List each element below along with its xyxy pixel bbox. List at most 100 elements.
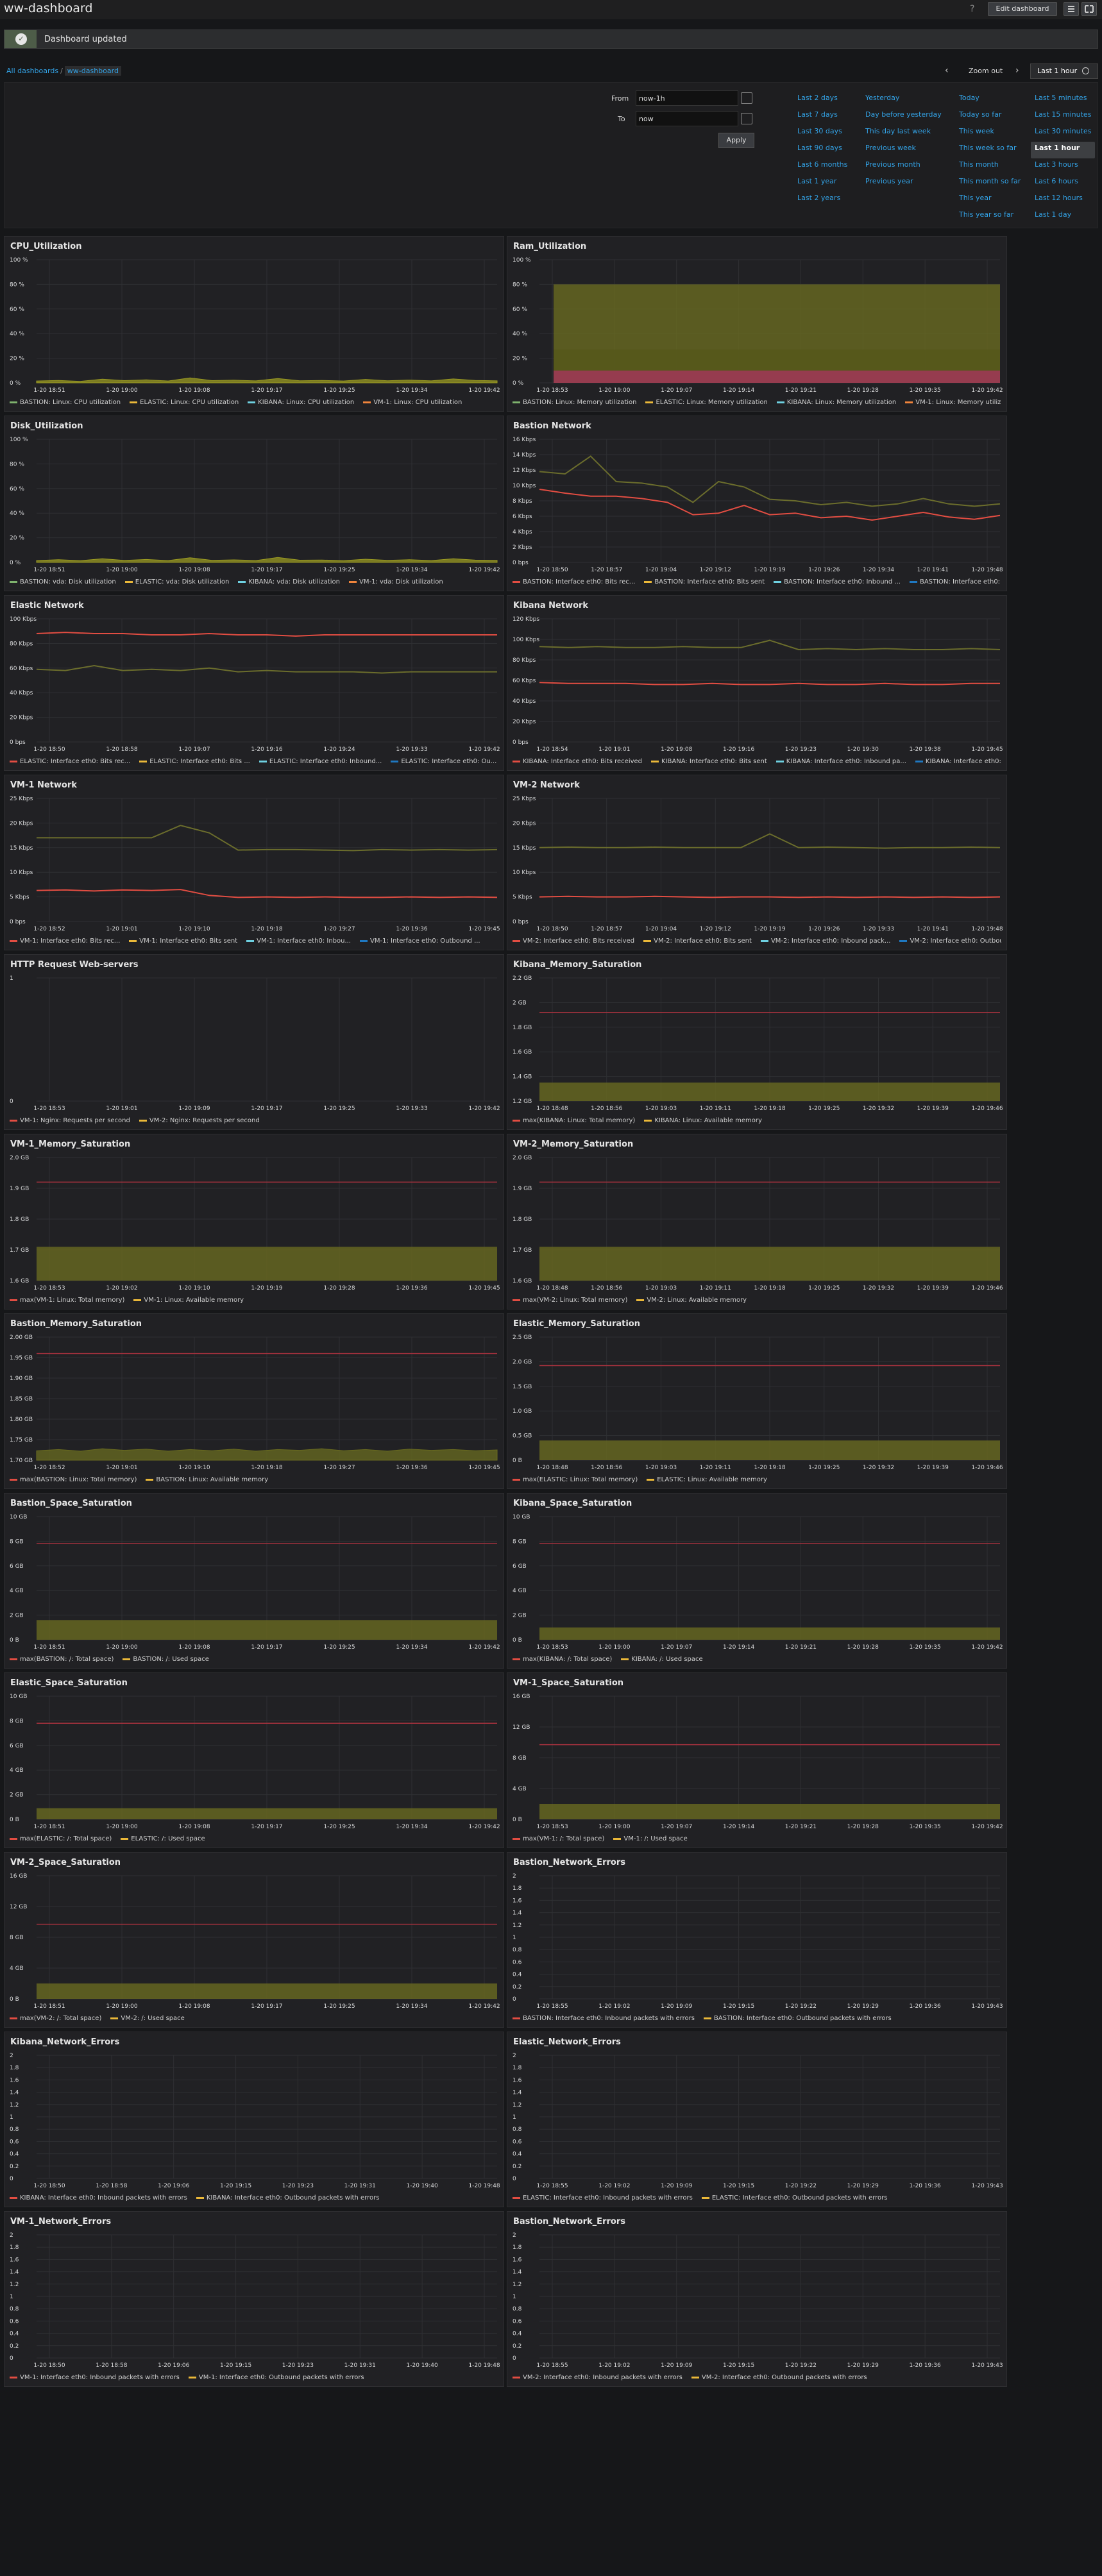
time-range-button[interactable]: Last 1 hour	[1030, 63, 1098, 79]
quick-range-option[interactable]: Last 7 days	[793, 108, 851, 125]
legend-item[interactable]: BASTION: Linux: CPU utilization	[10, 399, 121, 406]
quick-range-option[interactable]: This year so far	[955, 208, 1024, 225]
legend-item[interactable]: max(ELASTIC: /: Total space)	[10, 1835, 112, 1842]
quick-range-option[interactable]: Day before yesterday	[861, 108, 945, 125]
legend-item[interactable]: ELASTIC: Linux: Available memory	[647, 1476, 767, 1483]
quick-range-option[interactable]: Last 5 minutes	[1031, 92, 1095, 108]
legend-item[interactable]: max(KIBANA: Linux: Total memory)	[513, 1117, 635, 1124]
legend-item[interactable]: VM-1: Linux: Available memory	[133, 1297, 244, 1304]
legend-item[interactable]: KIBANA: Interface eth0: Bits sent	[651, 758, 767, 765]
legend-item[interactable]: BASTION: /: Used space	[123, 1656, 209, 1663]
chart-plot-area[interactable]: 0 B 2 GB 4 GB 6 GB 8 GB 10 GB 1-20 18:51 1-20 1…	[4, 1494, 505, 1655]
legend-item[interactable]: max(VM-1: /: Total space)	[513, 1835, 604, 1842]
legend-item[interactable]: ELASTIC: vda: Disk utilization	[124, 578, 229, 585]
chart-plot-area[interactable]: 0 B 0.5 GB 1.0 GB 1.5 GB 2.0 GB 2.5 GB 1-20 18…	[507, 1314, 1008, 1476]
quick-range-option[interactable]: Last 3 hours	[1031, 158, 1095, 175]
quick-range-option[interactable]: This week	[955, 125, 1024, 142]
legend-item[interactable]: KIBANA: vda: Disk utilization	[238, 578, 340, 585]
hamburger-menu-icon[interactable]	[1064, 2, 1079, 16]
chart-plot-area[interactable]: 0 bps 20 Kbps 40 Kbps 60 Kbps 80 Kbps 100 Kbp…	[507, 596, 1008, 757]
chevron-left-icon[interactable]: ‹	[945, 65, 949, 76]
legend-item[interactable]: VM-2: Interface eth0: Inbound pack...	[760, 938, 890, 945]
breadcrumb-all-dashboards[interactable]: All dashboards	[6, 67, 58, 75]
legend-item[interactable]: ELASTIC: Linux: CPU utilization	[130, 399, 239, 406]
chart-plot-area[interactable]: 0 B 2 GB 4 GB 6 GB 8 GB 10 GB 1-20 18:53 1-20 1…	[507, 1494, 1008, 1655]
legend-item[interactable]: ELASTIC: Linux: Memory utilization	[645, 399, 768, 406]
kiosk-mode-icon[interactable]	[1081, 2, 1097, 16]
quick-range-option[interactable]: Last 90 days	[793, 142, 851, 158]
legend-item[interactable]: VM-2: Interface eth0: Outbound pac...	[899, 938, 1001, 945]
chart-plot-area[interactable]: 0 0.2 0.4 0.6 0.8 1 1.2 1.4 1.6 1.8 2 1-20 18:55 1-2…	[507, 2032, 1008, 2194]
question-icon[interactable]: ?	[970, 4, 974, 14]
legend-item[interactable]: KIBANA: Interface eth0: Inbound pa...	[776, 758, 906, 765]
quick-range-option[interactable]: This day last week	[861, 125, 945, 142]
quick-range-option[interactable]: Last 15 minutes	[1031, 108, 1095, 125]
legend-item[interactable]: VM-1: Linux: CPU utilization	[363, 399, 462, 406]
quick-range-option[interactable]: Today so far	[955, 108, 1024, 125]
quick-range-option[interactable]: Last 6 months	[793, 158, 851, 175]
quick-range-option[interactable]: Last 2 days	[793, 92, 851, 108]
chart-plot-area[interactable]: 0 0.2 0.4 0.6 0.8 1 1.2 1.4 1.6 1.8 2 1-20 18:55 1-2…	[507, 2212, 1008, 2373]
legend-item[interactable]: KIBANA: Interface eth0: Outbound packets…	[196, 2194, 379, 2201]
quick-range-option[interactable]: This year	[955, 192, 1024, 208]
chart-plot-area[interactable]: 0 bps 5 Kbps 10 Kbps 15 Kbps 20 Kbps 25 Kbps 1…	[507, 775, 1008, 937]
legend-item[interactable]: BASTION: Linux: Memory utilization	[513, 399, 636, 406]
legend-item[interactable]: KIBANA: Linux: Memory utilization	[776, 399, 896, 406]
breadcrumb-current[interactable]: ww-dashboard	[64, 66, 121, 76]
chart-plot-area[interactable]: 0 bps 5 Kbps 10 Kbps 15 Kbps 20 Kbps 25 Kbps 1…	[4, 775, 505, 937]
legend-item[interactable]: BASTION: Linux: Available memory	[146, 1476, 268, 1483]
legend-item[interactable]: VM-1: Interface eth0: Inbound packets wi…	[10, 2374, 180, 2381]
quick-range-option[interactable]: This month	[955, 158, 1024, 175]
quick-range-option[interactable]: Today	[955, 92, 1024, 108]
legend-item[interactable]: BASTION: Interface eth0: Inbound packets…	[513, 2015, 695, 2022]
quick-range-option[interactable]: Last 2 years	[793, 192, 851, 208]
legend-item[interactable]: VM-2: Nginx: Requests per second	[139, 1117, 260, 1124]
from-input[interactable]	[636, 90, 738, 106]
quick-range-option[interactable]: Last 30 days	[793, 125, 851, 142]
legend-item[interactable]: VM-2: Interface eth0: Inbound packets wi…	[513, 2374, 682, 2381]
chart-plot-area[interactable]: 1.6 GB 1.7 GB 1.8 GB 1.9 GB 2.0 GB 1-20 18:53…	[4, 1134, 505, 1296]
quick-range-option[interactable]: Last 30 minutes	[1031, 125, 1095, 142]
legend-item[interactable]: VM-1: Interface eth0: Bits sent	[129, 938, 237, 945]
legend-item[interactable]: VM-1: Linux: Memory utilization	[905, 399, 1001, 406]
chart-plot-area[interactable]: 0 B 4 GB 8 GB 12 GB 16 GB 1-20 18:53 1-20 19:0…	[507, 1673, 1008, 1835]
legend-item[interactable]: VM-1: Interface eth0: Inbou...	[246, 938, 351, 945]
legend-item[interactable]: BASTION: Interface eth0: Bits sent	[644, 578, 765, 585]
legend-item[interactable]: VM-1: Nginx: Requests per second	[10, 1117, 130, 1124]
quick-range-option[interactable]: Yesterday	[861, 92, 945, 108]
legend-item[interactable]: ELASTIC: Interface eth0: Inbound packets…	[513, 2194, 693, 2201]
legend-item[interactable]: KIBANA: Linux: CPU utilization	[248, 399, 354, 406]
legend-item[interactable]: BASTION: vda: Disk utilization	[10, 578, 116, 585]
legend-item[interactable]: max(ELASTIC: Linux: Total memory)	[513, 1476, 638, 1483]
legend-item[interactable]: VM-1: vda: Disk utilization	[349, 578, 443, 585]
chart-plot-area[interactable]: 0 0.2 0.4 0.6 0.8 1 1.2 1.4 1.6 1.8 2 1-20 18:50 1-2…	[4, 2032, 505, 2194]
legend-item[interactable]: KIBANA: Interface eth0: Outbound ...	[915, 758, 1001, 765]
quick-range-option[interactable]: Last 1 day	[1031, 208, 1095, 225]
chart-plot-area[interactable]: 0 % 20 % 40 % 60 % 80 % 100 % 1-20 18:51 1-20 1…	[4, 237, 505, 398]
legend-item[interactable]: ELASTIC: /: Used space	[121, 1835, 205, 1842]
legend-item[interactable]: VM-1: Interface eth0: Outbound packets w…	[188, 2374, 364, 2381]
legend-item[interactable]: BASTION: Interface eth0: Outbound packet…	[703, 2015, 892, 2022]
chart-plot-area[interactable]: 0 0.2 0.4 0.6 0.8 1 1.2 1.4 1.6 1.8 2 1-20 18:55 1-2…	[507, 1853, 1008, 2014]
quick-range-option[interactable]: Last 6 hours	[1031, 175, 1095, 192]
dashboard-title[interactable]: ww-dashboard	[4, 1, 92, 15]
chart-plot-area[interactable]: 0 bps 20 Kbps 40 Kbps 60 Kbps 80 Kbps 100 Kbp…	[4, 596, 505, 757]
legend-item[interactable]: VM-2: Linux: Available memory	[636, 1297, 747, 1304]
legend-item[interactable]: ELASTIC: Interface eth0: Bits rec...	[10, 758, 130, 765]
quick-range-option[interactable]: Last 1 hour	[1031, 142, 1096, 158]
chart-plot-area[interactable]: 0 bps 2 Kbps 4 Kbps 6 Kbps 8 Kbps 10 Kbps 12 K…	[507, 416, 1008, 578]
chart-plot-area[interactable]: 0 B 2 GB 4 GB 6 GB 8 GB 10 GB 1-20 18:51 1-20 1…	[4, 1673, 505, 1835]
apply-button[interactable]: Apply	[718, 133, 754, 148]
chart-plot-area[interactable]: 0 B 4 GB 8 GB 12 GB 16 GB 1-20 18:51 1-20 19:0…	[4, 1853, 505, 2014]
legend-item[interactable]: BASTION: Interface eth0: Bits rec...	[513, 578, 635, 585]
legend-item[interactable]: KIBANA: Interface eth0: Bits received	[513, 758, 642, 765]
legend-item[interactable]: max(VM-2: /: Total space)	[10, 2015, 101, 2022]
quick-range-option[interactable]: Previous month	[861, 158, 945, 175]
legend-item[interactable]: ELASTIC: Interface eth0: Bits ...	[139, 758, 250, 765]
legend-item[interactable]: ELASTIC: Interface eth0: Ou...	[391, 758, 496, 765]
legend-item[interactable]: VM-1: Interface eth0: Bits rec...	[10, 938, 120, 945]
legend-item[interactable]: max(VM-1: Linux: Total memory)	[10, 1297, 124, 1304]
chart-plot-area[interactable]: 0 % 20 % 40 % 60 % 80 % 100 % 1-20 18:53 1-20 1…	[507, 237, 1008, 398]
legend-item[interactable]: BASTION: Interface eth0: Inbound ...	[774, 578, 901, 585]
quick-range-option[interactable]: Last 12 hours	[1031, 192, 1095, 208]
